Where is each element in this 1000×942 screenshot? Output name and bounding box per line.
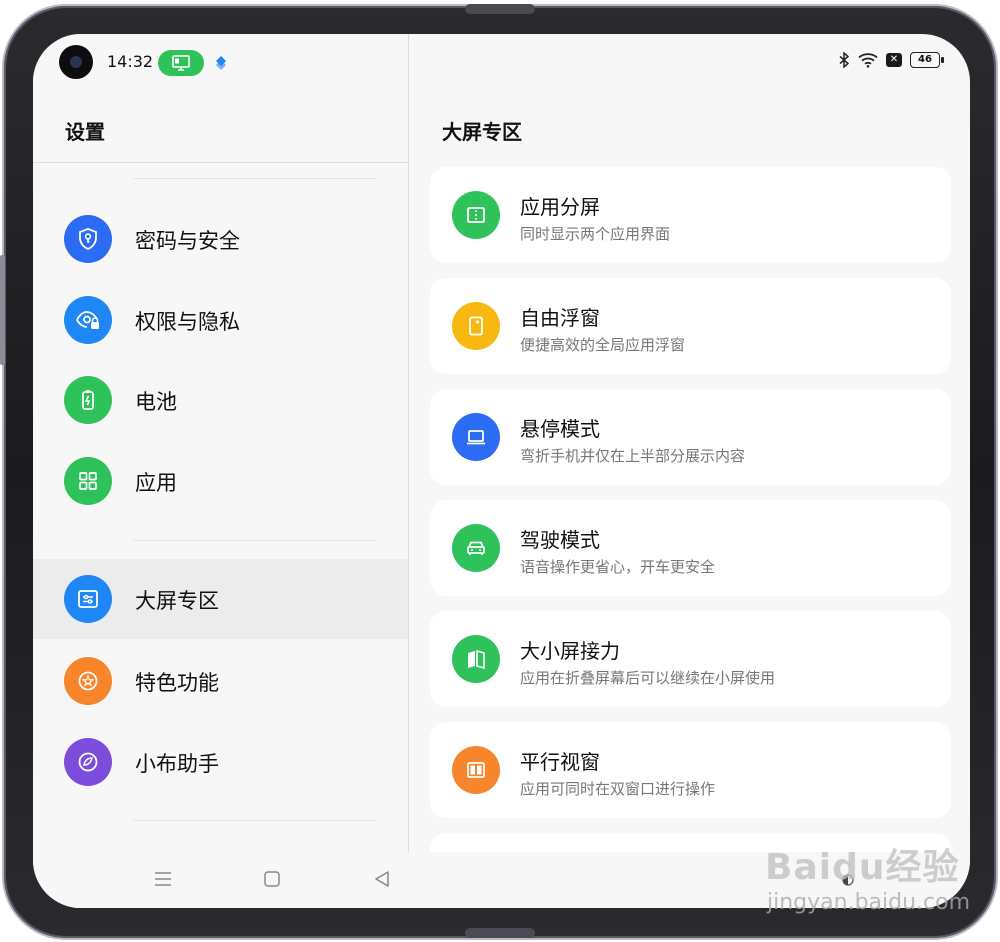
card-hover-mode[interactable]: 悬停模式 弯折手机并仅在上半部分展示内容 [430, 389, 951, 485]
card-parallel-window[interactable]: 平行视窗 应用可同时在双窗口进行操作 [430, 722, 951, 818]
sidebar-item-label: 电池 [135, 390, 177, 414]
screen-cast-indicator[interactable] [158, 50, 204, 76]
sidebar-item-label: 密码与安全 [135, 229, 240, 253]
sidebar-item-label: 特色功能 [135, 671, 219, 695]
split-screen-icon [452, 191, 500, 239]
sidebar-item-label: 大屏专区 [135, 589, 219, 613]
card-subtitle: 便捷高效的全局应用浮窗 [520, 336, 686, 354]
book-icon [452, 635, 500, 683]
bluetooth-icon [839, 52, 850, 68]
card-split-screen[interactable]: 应用分屏 同时显示两个应用界面 [430, 167, 951, 263]
menu-icon [155, 872, 171, 886]
card-title: 应用分屏 [520, 195, 600, 219]
status-icons: ✕ 46 [838, 52, 944, 68]
parallel-window-icon [452, 746, 500, 794]
side-button [0, 255, 5, 365]
star-circle-icon [64, 657, 112, 705]
battery-icon [64, 376, 112, 424]
camera-cutout [59, 45, 93, 79]
shield-key-icon [64, 215, 112, 263]
laptop-icon [452, 413, 500, 461]
sidebar-item-label: 小布助手 [135, 752, 219, 776]
assistant-icon [64, 738, 112, 786]
sidebar-item-permissions-privacy[interactable]: 权限与隐私 [33, 280, 408, 360]
page-title: 设置 [65, 120, 105, 144]
section-divider [134, 820, 376, 821]
hinge-top [465, 4, 535, 14]
header-divider [33, 162, 408, 163]
battery-indicator: 46 [910, 52, 944, 68]
sidebar-item-features[interactable]: 特色功能 [33, 641, 408, 721]
hinge-bottom [465, 928, 535, 938]
sliders-icon [64, 575, 112, 623]
sidebar-item-assistant[interactable]: 小布助手 [33, 722, 408, 802]
apps-grid-icon [64, 457, 112, 505]
nav-menu-button[interactable] [150, 866, 176, 892]
sidebar-item-battery[interactable]: 电池 [33, 360, 408, 440]
card-driving-mode[interactable]: 驾驶模式 语音操作更省心，开车更安全 [430, 500, 951, 596]
floating-window-icon [452, 302, 500, 350]
card-title: 大小屏接力 [520, 639, 620, 663]
sidebar-item-label: 权限与隐私 [135, 310, 240, 334]
section-divider [134, 540, 376, 541]
card-floating-window[interactable]: 自由浮窗 便捷高效的全局应用浮窗 [430, 278, 951, 374]
card-title: 平行视窗 [520, 750, 600, 774]
section-divider [134, 178, 376, 179]
card-subtitle: 同时显示两个应用界面 [520, 225, 671, 243]
no-sim-icon: ✕ [886, 53, 902, 67]
wifi-icon [858, 53, 878, 68]
card-subtitle: 弯折手机并仅在上半部分展示内容 [520, 447, 746, 465]
card-subtitle: 语音操作更省心，开车更安全 [520, 558, 716, 576]
card-title: 自由浮窗 [520, 306, 600, 330]
sidebar-item-password-security[interactable]: 密码与安全 [33, 199, 408, 279]
card-screen-relay[interactable]: 大小屏接力 应用在折叠屏幕后可以继续在小屏使用 [430, 611, 951, 707]
back-icon [375, 871, 389, 887]
screen-cast-icon [172, 55, 190, 71]
app-indicator-icon [214, 54, 228, 72]
status-bar: 14:32 ✕ 46 [33, 34, 970, 90]
pane-divider [408, 34, 409, 852]
section-title: 大屏专区 [442, 120, 522, 144]
sidebar-item-label: 应用 [135, 471, 177, 495]
sidebar-item-apps[interactable]: 应用 [33, 441, 408, 521]
eye-lock-icon [64, 296, 112, 344]
home-icon [264, 871, 280, 887]
watermark: Baidu经验 jingyan.baidu.com [765, 828, 975, 928]
card-subtitle: 应用可同时在双窗口进行操作 [520, 780, 716, 798]
card-subtitle: 应用在折叠屏幕后可以继续在小屏使用 [520, 669, 776, 687]
watermark-url: jingyan.baidu.com [767, 890, 971, 915]
car-icon [452, 524, 500, 572]
device-screen: 设置 密码与安全 权限与隐私 电池 应用 大屏专区 特色功能 小布助手 大屏专区… [33, 34, 970, 908]
sidebar-item-large-screen[interactable]: 大屏专区 [33, 559, 408, 639]
card-title: 驾驶模式 [520, 528, 600, 552]
settings-sidebar: 设置 密码与安全 权限与隐私 电池 应用 大屏专区 特色功能 小布助手 [33, 34, 408, 908]
watermark-logo: Baidu经验 [765, 847, 960, 888]
nav-back-button[interactable] [369, 866, 395, 892]
status-time: 14:32 [107, 52, 154, 71]
card-title: 悬停模式 [520, 417, 600, 441]
nav-home-button[interactable] [259, 866, 285, 892]
